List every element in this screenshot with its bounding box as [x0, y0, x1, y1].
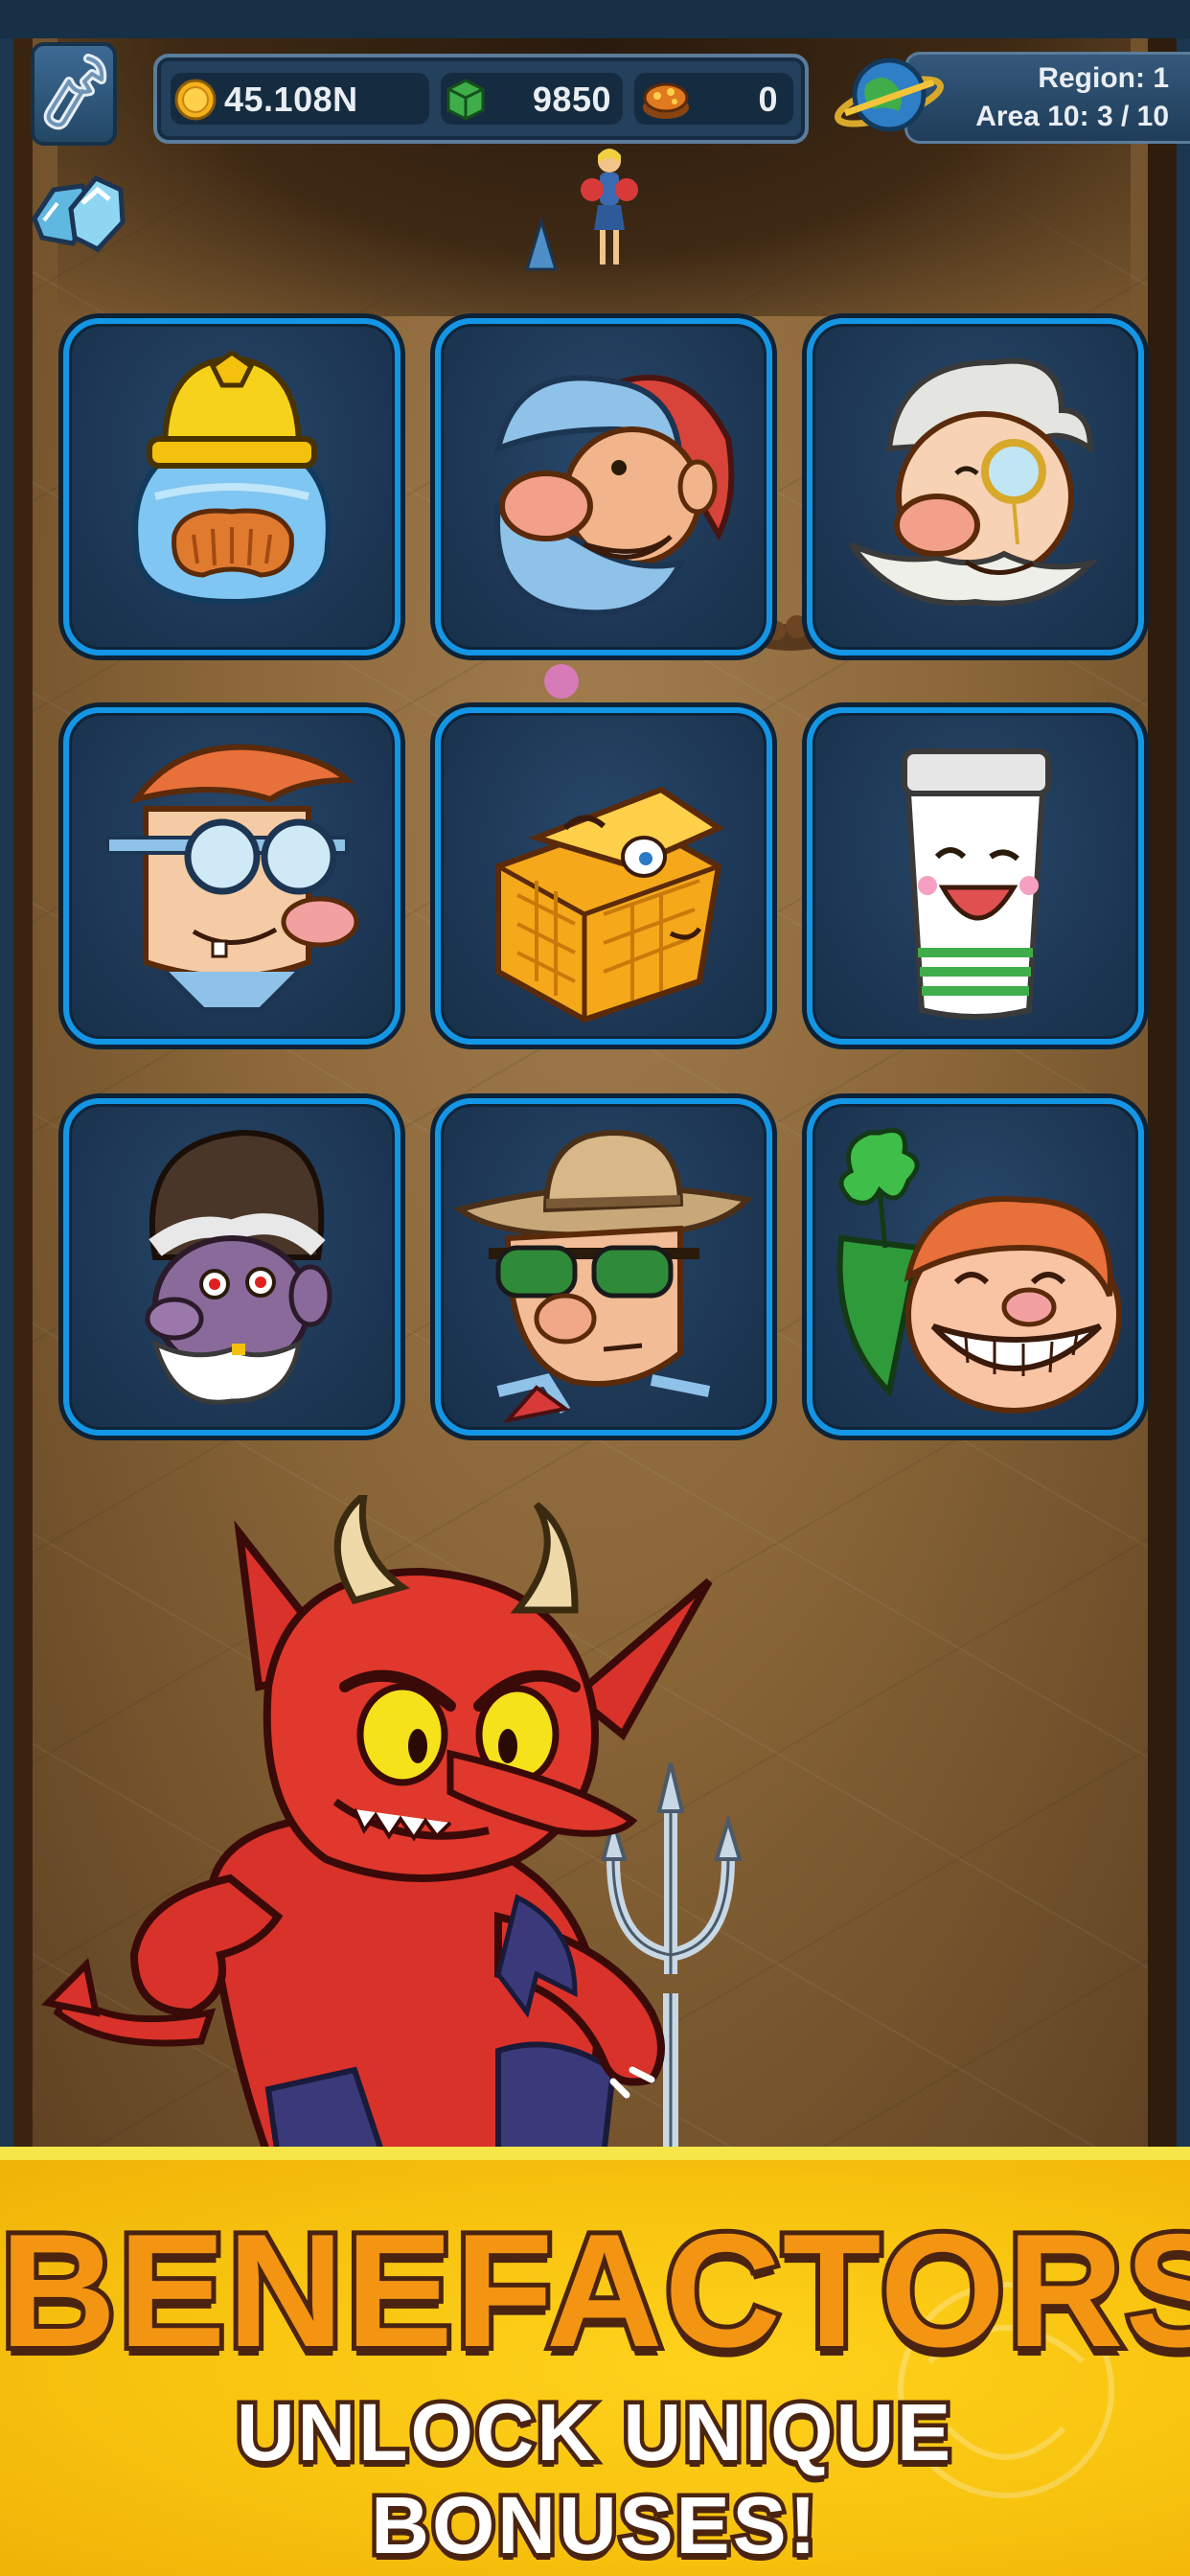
- area-progress-label: Area 10: 3 / 10: [975, 101, 1169, 132]
- green-block-icon: [446, 79, 485, 121]
- nuggets-pill[interactable]: 0: [634, 73, 793, 125]
- benefactor-card-coffee-cup[interactable]: [807, 707, 1144, 1045]
- coins-value: 45.108N: [224, 80, 358, 119]
- banner-subtitle: UNLOCK UNIQUE BONUSES!: [232, 2383, 954, 2575]
- benefactor-card-gnome[interactable]: [435, 318, 772, 656]
- goggles-nerd-portrait-icon: [105, 744, 359, 1013]
- left-wall: [0, 0, 33, 2147]
- devil-mascot-illustration: [40, 1495, 743, 2156]
- wrench-icon: [43, 54, 107, 130]
- gold-cube-portrait-icon: [495, 786, 725, 1024]
- evil-prospector-portrait-icon: [145, 1129, 332, 1405]
- benefactor-card-gold-cube[interactable]: [435, 707, 772, 1045]
- cheerleader-miner-sprite: [581, 149, 638, 264]
- gold-coin-icon: [174, 79, 217, 121]
- gems-button[interactable]: [25, 161, 130, 266]
- top-frame: [0, 0, 1190, 38]
- gems-icon: [32, 174, 126, 253]
- monocle-gentleman-portrait-icon: [848, 357, 1100, 607]
- leprechaun-portrait-icon: [836, 1128, 1122, 1414]
- region-panel[interactable]: Region: 1 Area 10: 3 / 10: [904, 52, 1190, 144]
- promo-banner: BENEFACTORS! UNLOCK UNIQUE BONUSES!: [0, 2147, 1190, 2576]
- coins-pill[interactable]: 45.108N: [171, 73, 429, 125]
- nuggets-value: 0: [758, 80, 778, 119]
- banner-title: BENEFACTORS!: [0, 2196, 1190, 2385]
- treasure-chest-icon: [643, 82, 689, 119]
- benefactor-card-slime-miner[interactable]: [63, 318, 400, 656]
- slime-miner-portrait-icon: [132, 349, 332, 606]
- benefactor-card-monocle-gentleman[interactable]: [807, 318, 1144, 656]
- blocks-pill[interactable]: 9850: [441, 73, 623, 125]
- cowboy-portrait-icon: [453, 1129, 754, 1424]
- benefactor-card-leprechaun[interactable]: [807, 1098, 1144, 1436]
- resource-bar: 45.108N 9850 0: [153, 54, 809, 144]
- coffee-cup-portrait-icon: [902, 748, 1051, 1020]
- benefactor-card-goggles-nerd[interactable]: [63, 707, 400, 1045]
- gnome-portrait-icon: [493, 375, 735, 616]
- blocks-value: 9850: [532, 80, 611, 119]
- pink-miner-prop: [544, 664, 579, 699]
- right-wall: [1148, 0, 1190, 2147]
- settings-button[interactable]: [31, 42, 117, 146]
- benefactor-card-evil-prospector[interactable]: [63, 1098, 400, 1436]
- region-label: Region: 1: [1038, 62, 1169, 94]
- benefactor-card-cowboy[interactable]: [435, 1098, 772, 1436]
- megaphone-prop: [524, 217, 559, 271]
- planet-icon[interactable]: [832, 42, 947, 148]
